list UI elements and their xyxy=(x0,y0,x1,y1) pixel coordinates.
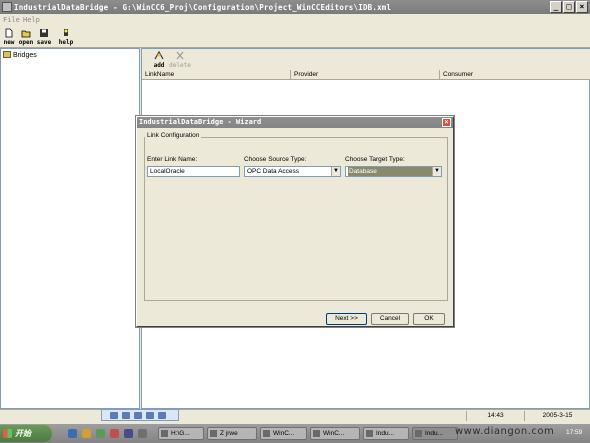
windows-flag-icon xyxy=(3,429,12,438)
column-header-provider[interactable]: Provider xyxy=(291,70,440,80)
dialog-title-bar[interactable]: IndustrialDataBridge - Wizard × xyxy=(137,117,453,128)
target-type-select[interactable]: Database ▼ xyxy=(345,166,442,177)
add-icon xyxy=(154,50,164,60)
tree-node-label: Bridges xyxy=(13,52,37,59)
close-button[interactable]: × xyxy=(576,1,588,13)
main-toolbar: new open save help xyxy=(0,26,590,48)
ime-icon[interactable] xyxy=(110,412,118,419)
new-file-icon xyxy=(5,28,13,38)
chevron-down-icon[interactable]: ▼ xyxy=(432,167,441,176)
task-jrwe[interactable]: Z jrwe xyxy=(207,427,257,440)
task-label: Z jrwe xyxy=(220,430,238,437)
task-label: Indu... xyxy=(376,430,395,437)
maximize-button[interactable]: □ xyxy=(563,1,575,13)
new-button-label: new xyxy=(3,39,15,46)
task-explorer[interactable]: H:\G... xyxy=(158,427,204,440)
target-type-label: Choose Target Type: xyxy=(345,156,405,163)
menu-file[interactable]: File xyxy=(3,16,20,24)
task-label: H:\G... xyxy=(171,430,190,437)
task-wincc-2[interactable]: WinC... xyxy=(310,427,360,440)
cancel-button[interactable]: Cancel xyxy=(371,313,409,325)
start-label: 开始 xyxy=(15,429,31,438)
task-idb-1[interactable]: Indu... xyxy=(363,427,409,440)
tree-node-bridges[interactable]: Bridges xyxy=(3,51,37,59)
link-toolbar: add delete xyxy=(142,49,590,70)
open-button[interactable]: open xyxy=(17,28,35,46)
dialog-title: IndustrialDataBridge - Wizard xyxy=(139,118,262,126)
window-icon xyxy=(210,430,217,437)
help-icon xyxy=(64,29,68,36)
wincc-icon xyxy=(263,430,270,437)
bridge-tree[interactable]: Bridges xyxy=(0,48,140,409)
task-wincc-1[interactable]: WinC... xyxy=(260,427,307,440)
language-bar[interactable] xyxy=(101,409,179,421)
dialog-close-icon[interactable]: × xyxy=(442,118,451,127)
status-bar: 14:43 2005-3-15 xyxy=(0,409,590,421)
open-button-label: open xyxy=(18,39,34,46)
column-header-consumer[interactable]: Consumer xyxy=(440,70,590,80)
wincc-icon xyxy=(313,430,320,437)
quicklaunch-desktop-icon[interactable] xyxy=(124,429,133,438)
status-time: 14:43 xyxy=(466,411,524,421)
status-date: 2005-3-15 xyxy=(524,411,590,421)
next-button[interactable]: Next >> xyxy=(326,313,367,325)
wizard-dialog: IndustrialDataBridge - Wizard × Link Con… xyxy=(135,115,455,328)
quicklaunch-media-icon[interactable] xyxy=(96,429,105,438)
menu-help[interactable]: Help xyxy=(23,16,40,24)
site-watermark: www.diangon.com xyxy=(455,426,555,437)
add-label: add xyxy=(153,62,165,69)
quicklaunch-browser-icon[interactable] xyxy=(68,429,77,438)
quicklaunch-extra-icon[interactable] xyxy=(138,429,147,438)
minimize-button[interactable]: _ xyxy=(550,1,562,13)
delete-icon xyxy=(176,51,184,60)
folder-icon xyxy=(3,51,11,58)
save-disk-icon xyxy=(40,29,48,37)
task-label: WinC... xyxy=(273,430,295,437)
link-name-input[interactable]: LocalOracle xyxy=(147,166,240,177)
pen-icon[interactable] xyxy=(134,412,142,419)
target-type-value: Database xyxy=(348,167,432,176)
tools-icon[interactable] xyxy=(146,412,154,419)
delete-link-button[interactable]: delete xyxy=(169,51,191,69)
save-button[interactable]: save xyxy=(35,28,53,46)
window-title: IndustrialDataBridge - G:\WinCC6_Proj\Co… xyxy=(14,3,392,12)
idb-icon xyxy=(366,430,373,437)
link-name-label: Enter Link Name: xyxy=(147,156,198,163)
chevron-down-icon[interactable]: ▼ xyxy=(331,167,340,176)
start-button[interactable]: 开始 xyxy=(0,425,52,442)
add-link-button[interactable]: add xyxy=(148,50,170,69)
help-button-label: help xyxy=(58,39,74,46)
idb-icon xyxy=(415,430,422,437)
task-label: Indu... xyxy=(425,430,444,437)
source-type-label: Choose Source Type: xyxy=(244,156,307,163)
quicklaunch-app-icon[interactable] xyxy=(110,429,119,438)
delete-label: delete xyxy=(169,62,191,69)
quicklaunch-folder-icon[interactable] xyxy=(82,429,91,438)
source-type-select[interactable]: OPC Data Access ▼ xyxy=(244,166,341,177)
link-name-value: LocalOracle xyxy=(150,168,185,175)
group-label: Link Configuration xyxy=(145,132,202,139)
folder-icon xyxy=(161,430,168,437)
main-title-bar[interactable]: IndustrialDataBridge - G:\WinCC6_Proj\Co… xyxy=(0,0,590,14)
help-small-icon[interactable] xyxy=(158,412,166,419)
source-type-value: OPC Data Access xyxy=(247,168,300,175)
help-button[interactable]: help xyxy=(57,28,75,46)
taskbar-clock: 17:59 xyxy=(566,429,583,436)
column-header-linkname[interactable]: LinkName xyxy=(142,70,291,80)
task-label: WinC... xyxy=(323,430,345,437)
open-folder-icon xyxy=(21,30,31,38)
menu-bar: File Help xyxy=(0,14,590,26)
save-button-label: save xyxy=(36,39,52,46)
keyboard-icon[interactable] xyxy=(122,412,130,419)
ok-button[interactable]: OK xyxy=(413,313,445,325)
task-idb-2[interactable]: Indu... xyxy=(412,427,458,440)
new-button[interactable]: new xyxy=(0,28,18,46)
app-icon xyxy=(2,2,12,12)
